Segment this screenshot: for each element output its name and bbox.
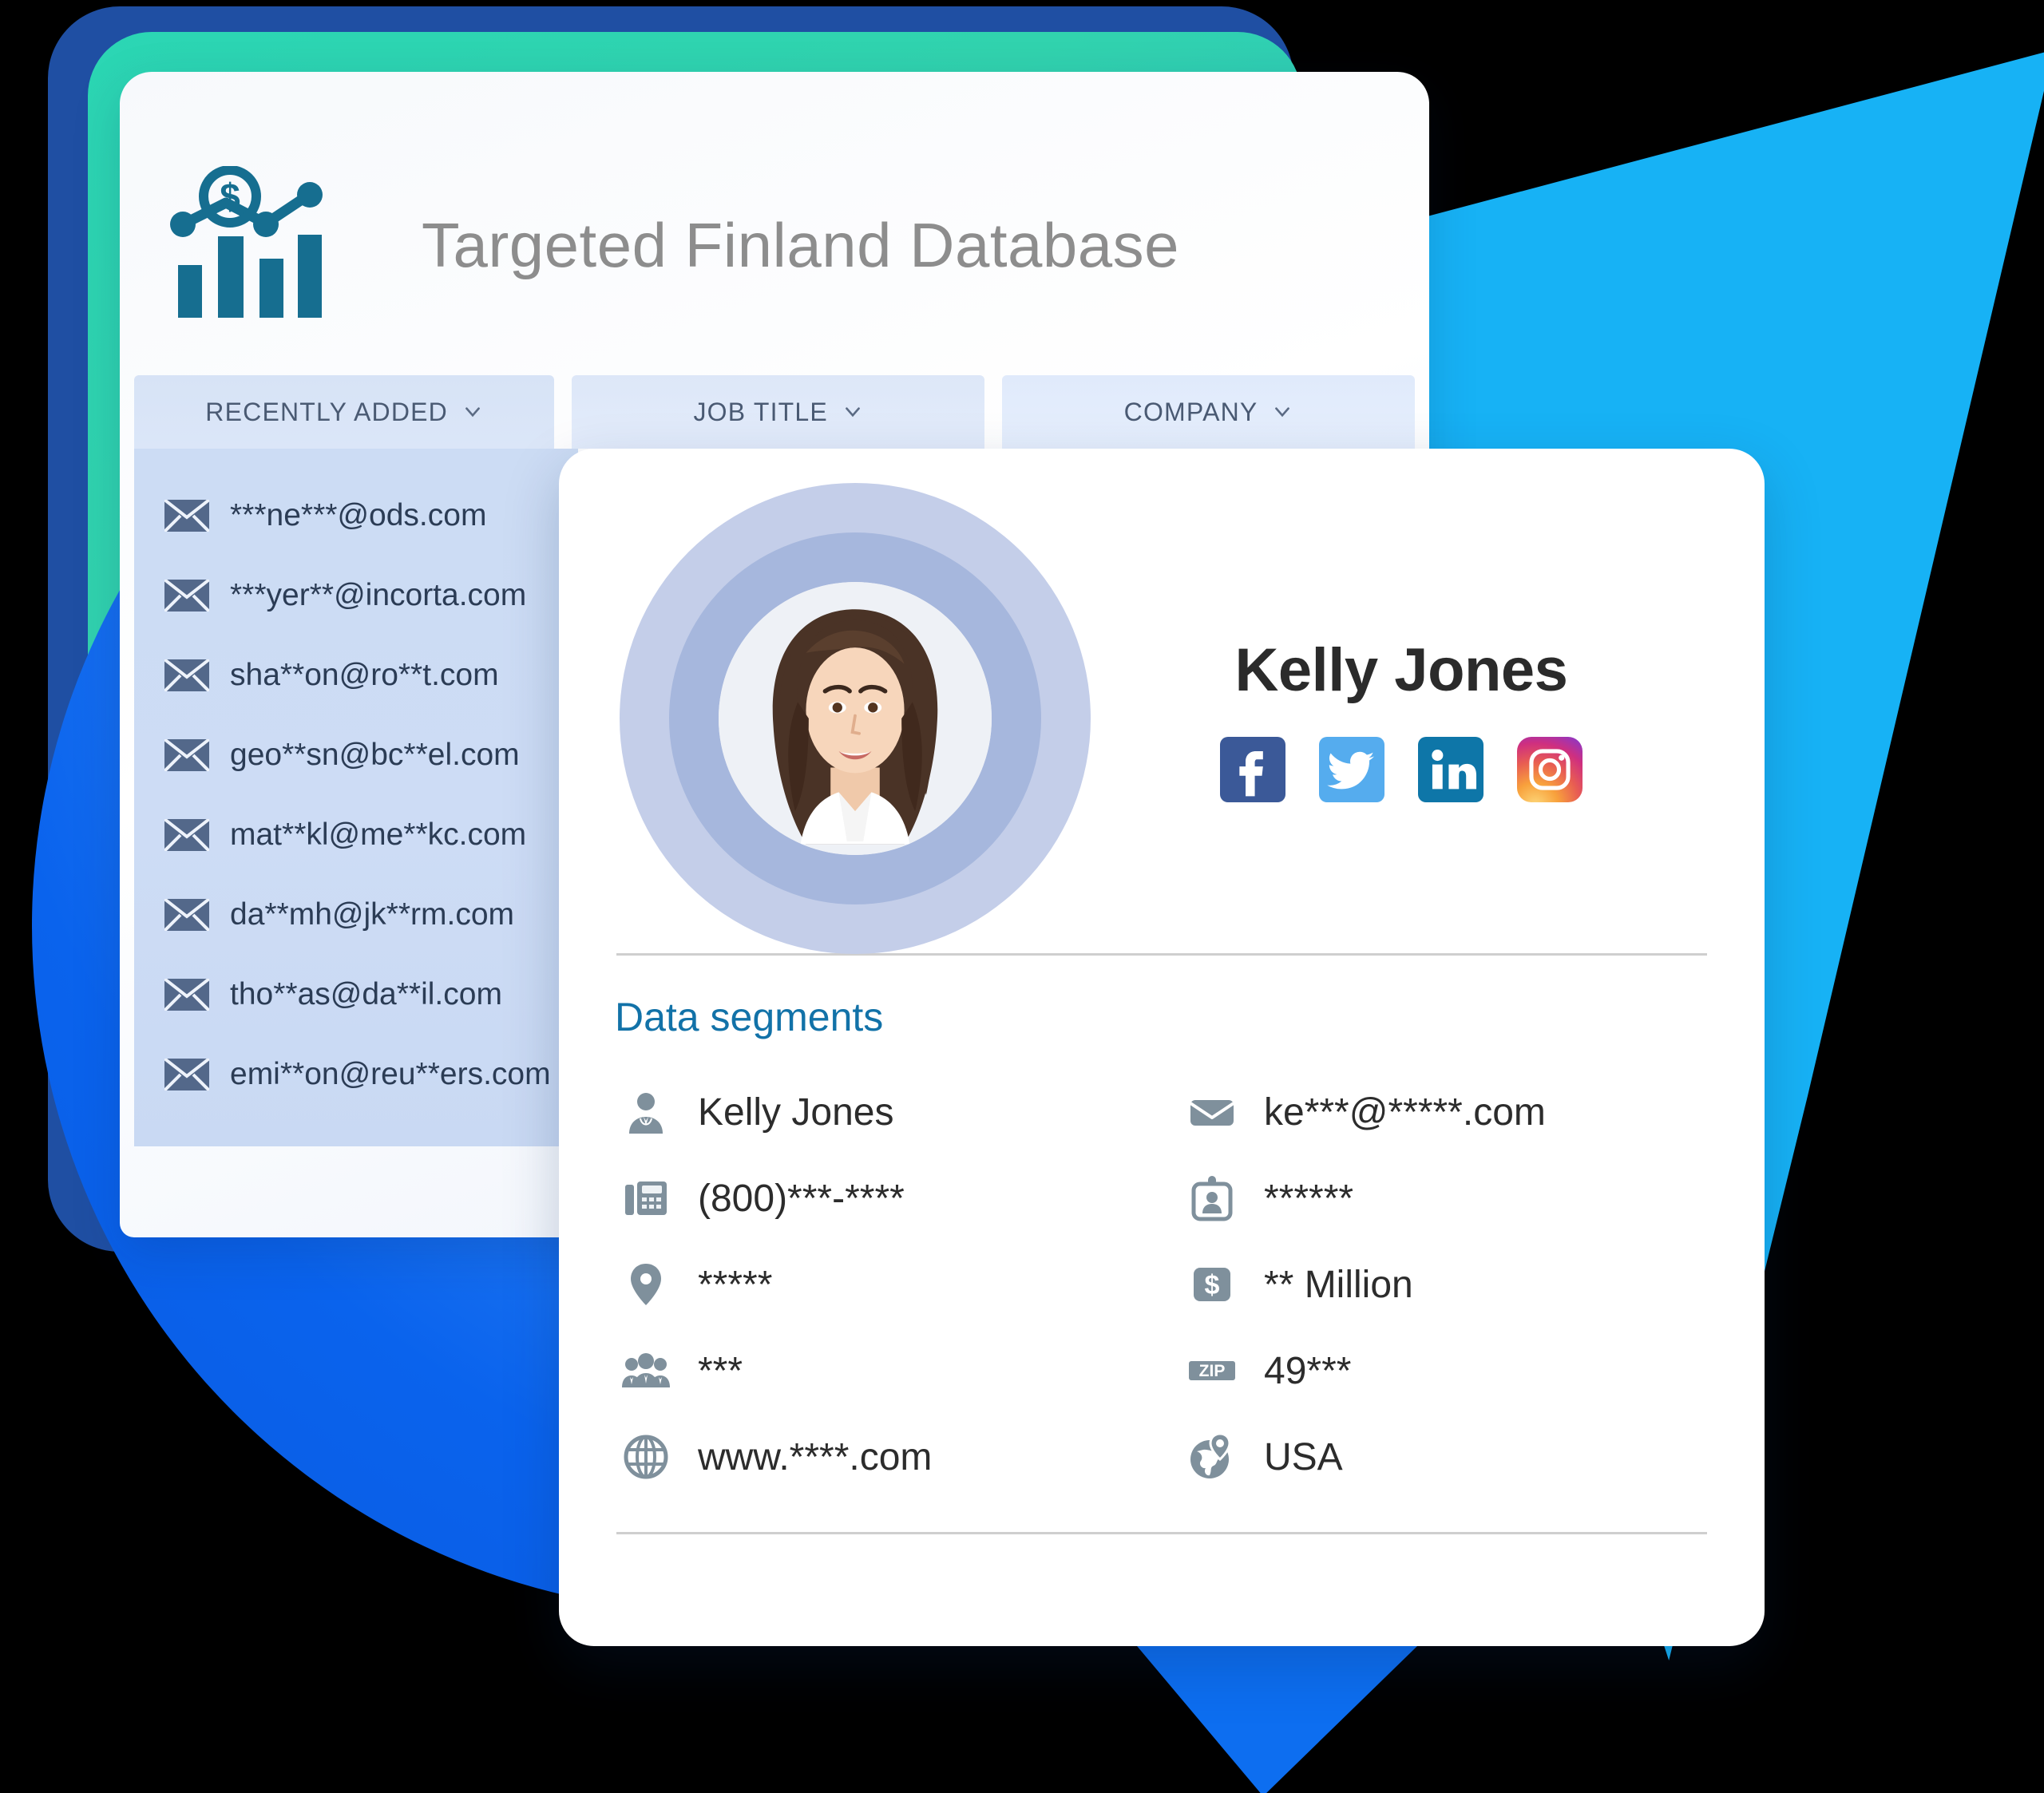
profile-photo — [719, 582, 992, 855]
envelope-icon — [164, 1059, 209, 1090]
column-header-label: JOB TITLE — [693, 397, 828, 426]
list-item[interactable]: emi**on@reu**ers.com — [134, 1035, 578, 1114]
chevron-down-icon — [846, 407, 860, 418]
list-item[interactable]: sha**on@ro**t.com — [134, 635, 578, 715]
data-segments-title: Data segments — [615, 995, 884, 1039]
envelope-icon — [164, 500, 209, 532]
database-card-header: $ Targeted Finland Database — [120, 72, 1429, 375]
profile-card: Kelly Jones Data segments Kelly Jones ke… — [559, 449, 1765, 1646]
chevron-down-icon — [1275, 407, 1290, 418]
avatar — [620, 483, 1091, 954]
globe-pin-icon — [1187, 1432, 1237, 1482]
svg-text:$: $ — [1205, 1270, 1220, 1300]
segment-value: *** — [698, 1349, 743, 1392]
column-header-label: RECENTLY ADDED — [205, 397, 448, 426]
envelope-icon — [164, 899, 209, 931]
segment-value: ****** — [1264, 1177, 1354, 1220]
email-address: geo**sn@bc**el.com — [230, 738, 520, 772]
bar-chart-dollar-logo-icon: $ — [170, 165, 323, 318]
segment-email: ke***@*****.com — [1178, 1069, 1712, 1155]
segment-value: ***** — [698, 1263, 773, 1306]
column-headers: RECENTLY ADDED JOB TITLE COMPANY — [120, 375, 1429, 449]
fax-phone-icon — [621, 1174, 671, 1223]
email-address: mat**kl@me**kc.com — [230, 817, 527, 852]
svg-text:$: $ — [220, 176, 240, 217]
email-address: emi**on@reu**ers.com — [230, 1057, 551, 1091]
column-header-job-title[interactable]: JOB TITLE — [572, 375, 985, 449]
email-address: ***yer**@incorta.com — [230, 578, 527, 612]
recently-added-email-list: ***ne***@ods.com ***yer**@incorta.com sh… — [134, 449, 578, 1146]
profile-identity: Kelly Jones — [1123, 635, 1712, 802]
list-item[interactable]: tho**as@da**il.com — [134, 955, 578, 1035]
twitter-icon[interactable] — [1319, 736, 1384, 802]
email-address: ***ne***@ods.com — [230, 498, 487, 532]
list-item[interactable]: mat**kl@me**kc.com — [134, 795, 578, 875]
column-header-label: COMPANY — [1123, 397, 1258, 426]
list-item[interactable]: geo**sn@bc**el.com — [134, 715, 578, 795]
segment-value: Kelly Jones — [698, 1090, 894, 1134]
linkedin-icon[interactable] — [1418, 736, 1483, 802]
dollar-square-icon: $ — [1187, 1260, 1237, 1309]
people-group-icon — [621, 1346, 671, 1395]
profile-header: Kelly Jones — [612, 483, 1712, 954]
bottom-divider — [616, 1532, 1707, 1534]
globe-icon — [621, 1432, 671, 1482]
data-segments-grid: Kelly Jones ke***@*****.com (800)***-***… — [612, 1069, 1712, 1500]
person-icon — [621, 1087, 671, 1137]
segment-employees: *** — [612, 1328, 1146, 1414]
segment-value: (800)***-**** — [698, 1177, 905, 1220]
chevron-down-icon — [465, 407, 480, 418]
profile-name: Kelly Jones — [1234, 635, 1568, 704]
social-links — [1123, 736, 1680, 802]
segment-website: www.****.com — [612, 1414, 1146, 1500]
instagram-icon[interactable] — [1517, 736, 1583, 802]
id-badge-icon — [1187, 1174, 1237, 1223]
list-item[interactable]: ***ne***@ods.com — [134, 476, 578, 556]
segment-value: ke***@*****.com — [1264, 1090, 1546, 1134]
segment-phone: (800)***-**** — [612, 1155, 1146, 1241]
envelope-icon — [164, 580, 209, 612]
segment-country: USA — [1178, 1414, 1712, 1500]
segment-zip: ZIP 49*** — [1178, 1328, 1712, 1414]
facebook-icon[interactable] — [1220, 736, 1285, 802]
segment-value: 49*** — [1264, 1349, 1352, 1392]
list-item[interactable]: da**mh@jk**rm.com — [134, 875, 578, 955]
screenshot-stage: $ Targeted Finland Database RECENTLY ADD… — [0, 0, 2044, 1793]
segment-value: www.****.com — [698, 1435, 933, 1478]
envelope-icon — [164, 979, 209, 1011]
column-header-company[interactable]: COMPANY — [1002, 375, 1415, 449]
svg-text:ZIP: ZIP — [1199, 1362, 1226, 1380]
envelope-icon — [164, 819, 209, 851]
segment-value: ** Million — [1264, 1263, 1413, 1306]
column-header-recently-added[interactable]: RECENTLY ADDED — [134, 375, 555, 449]
segment-location: ***** — [612, 1241, 1146, 1328]
zip-icon: ZIP — [1187, 1346, 1237, 1395]
email-address: da**mh@jk**rm.com — [230, 897, 515, 932]
segment-title: ****** — [1178, 1155, 1712, 1241]
envelope-icon — [164, 659, 209, 691]
email-address: tho**as@da**il.com — [230, 977, 502, 1011]
map-pin-icon — [621, 1260, 671, 1309]
list-item[interactable]: ***yer**@incorta.com — [134, 556, 578, 635]
email-address: sha**on@ro**t.com — [230, 658, 499, 692]
avatar-photo-frame — [719, 582, 992, 855]
envelope-icon — [1187, 1087, 1237, 1137]
segment-value: USA — [1264, 1435, 1343, 1478]
page-title: Targeted Finland Database — [421, 209, 1180, 280]
segment-person-name: Kelly Jones — [612, 1069, 1146, 1155]
segment-revenue: $ ** Million — [1178, 1241, 1712, 1328]
envelope-icon — [164, 739, 209, 771]
